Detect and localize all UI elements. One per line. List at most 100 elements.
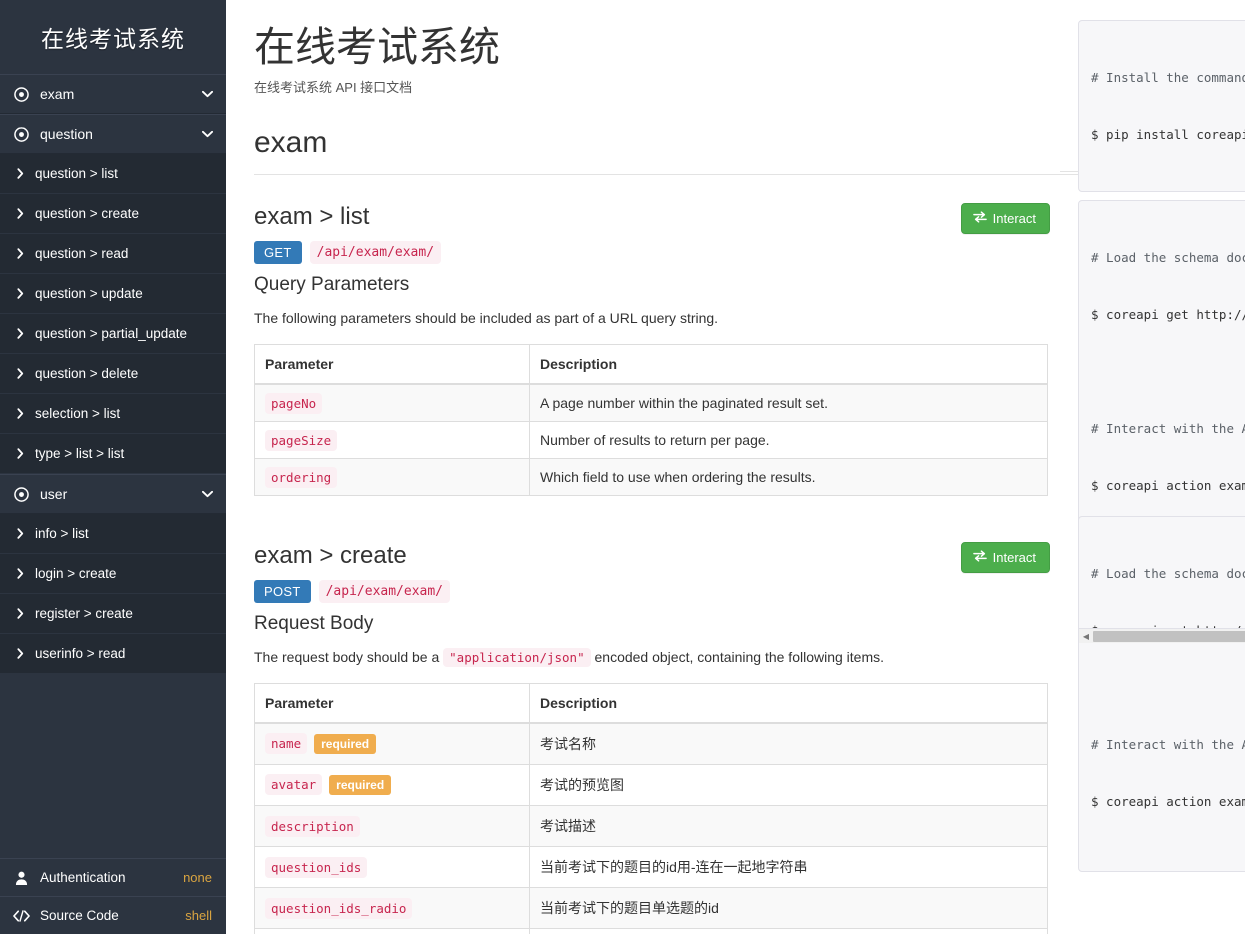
params-heading: Request Body <box>254 613 374 635</box>
sidebar-item-type-list-list[interactable]: type > list > list <box>0 434 226 474</box>
sidebar-group-user[interactable]: user <box>0 474 226 514</box>
sidebar-footer-authentication[interactable]: Authentication none <box>0 858 226 896</box>
params-heading: Query Parameters <box>254 274 410 296</box>
code-line: $ coreapi action exam <box>1091 794 1245 809</box>
table-row: question_ids_radio 当前考试下的题目单选题的id <box>254 887 1048 929</box>
cell-description: A page number within the paginated resul… <box>529 383 1048 422</box>
code-panel-install: # Install the command $ pip install core… <box>1078 20 1245 192</box>
code-line: # Install the command <box>1091 70 1245 85</box>
interact-button-label: Interact <box>992 550 1036 566</box>
chevron-right-icon <box>14 648 26 660</box>
chevron-right-icon <box>14 208 26 220</box>
link-block-exam-create: exam > create Interact POST /api/exam/ex… <box>254 542 1050 934</box>
table-row: description 考试描述 <box>254 805 1048 847</box>
param-name: question_ids_radio <box>265 898 413 920</box>
http-method-badge: GET <box>254 241 302 265</box>
interact-button[interactable]: Interact <box>960 203 1050 235</box>
code-panel-exam-create: # Load the schema docu $ coreapi get htt… <box>1078 516 1245 872</box>
column-header-description: Description <box>529 683 1048 725</box>
sidebar-group-exam[interactable]: exam <box>0 74 226 114</box>
sidebar-item-question-create[interactable]: question > create <box>0 194 226 234</box>
code-line: $ coreapi get http://1 <box>1091 307 1245 322</box>
sidebar-item-label: register > create <box>35 606 133 621</box>
param-name: question_ids <box>265 857 368 879</box>
sidebar-item-login-create[interactable]: login > create <box>0 554 226 594</box>
code-line: $ pip install coreapi- <box>1091 127 1245 142</box>
sidebar-group-label: exam <box>40 86 75 102</box>
chevron-right-icon <box>14 248 26 260</box>
param-name: name <box>265 732 308 754</box>
sidebar-group-question[interactable]: question <box>0 114 226 154</box>
bullseye-icon <box>12 85 30 103</box>
link-block-exam-list: exam > list Interact GET /api/exam/exam/… <box>254 203 1050 497</box>
chevron-right-icon <box>14 168 26 180</box>
param-name: avatar <box>265 773 323 795</box>
sidebar-item-label: question > partial_update <box>35 326 187 341</box>
sidebar-footer-source-code[interactable]: Source Code shell <box>0 896 226 934</box>
sidebar-item-label: login > create <box>35 566 117 581</box>
interact-button[interactable]: Interact <box>960 542 1050 574</box>
sidebar-item-question-partial-update[interactable]: question > partial_update <box>0 314 226 354</box>
user-icon <box>12 869 30 887</box>
chevron-right-icon <box>14 608 26 620</box>
table-row: avatar required 考试的预览图 <box>254 764 1048 806</box>
cell-description: 考试的预览图 <box>529 764 1048 806</box>
sidebar-item-question-list[interactable]: question > list <box>0 154 226 194</box>
sidebar-item-question-read[interactable]: question > read <box>0 234 226 274</box>
table-row: question_ids 当前考试下的题目的id用-连在一起地字符串 <box>254 846 1048 888</box>
sidebar-item-info-list[interactable]: info > list <box>0 514 226 554</box>
link-title: exam > create <box>254 542 407 570</box>
bullseye-icon <box>12 485 30 503</box>
chevron-down-icon <box>200 490 214 498</box>
cell-parameter: question_ids_radio <box>254 887 530 929</box>
sidebar-item-label: info > list <box>35 526 89 541</box>
required-badge: required <box>329 775 392 796</box>
sidebar-item-label: question > read <box>35 246 129 261</box>
content-type-code: "application/json" <box>443 648 591 668</box>
sidebar-group-label: user <box>40 486 68 502</box>
chevron-right-icon <box>14 408 26 420</box>
code-panel-horizontal-scrollbar[interactable]: ◀ <box>1079 628 1245 643</box>
table-row: pageSize Number of results to return per… <box>254 421 1048 459</box>
cell-parameter: pageSize <box>254 421 530 459</box>
column-header-parameter: Parameter <box>254 683 530 725</box>
sidebar-item-userinfo-read[interactable]: userinfo > read <box>0 634 226 674</box>
chevron-right-icon <box>14 448 26 460</box>
column-header-description: Description <box>529 344 1048 386</box>
sidebar-item-label: userinfo > read <box>35 646 126 661</box>
http-method-badge: POST <box>254 580 311 604</box>
scrollbar-thumb[interactable] <box>1093 630 1245 642</box>
sidebar-item-label: type > list > list <box>35 446 125 461</box>
code-line: # Interact with the AP <box>1091 421 1245 436</box>
request-body-description: The request body should be a "applicatio… <box>254 647 1050 668</box>
sidebar-item-question-delete[interactable]: question > delete <box>0 354 226 394</box>
scroll-left-arrow-icon[interactable]: ◀ <box>1079 629 1093 644</box>
table-header-row: Parameter Description <box>254 683 1048 725</box>
table-row: ordering Which field to use when orderin… <box>254 458 1048 496</box>
cell-parameter: avatar required <box>254 764 530 806</box>
method-row: GET /api/exam/exam/ <box>254 241 1050 265</box>
sidebar-nav: exam question question > list question >… <box>0 74 226 674</box>
sidebar-item-register-create[interactable]: register > create <box>0 594 226 634</box>
cell-description: 当前考试下的题目的id用-连在一起地字符串 <box>529 846 1048 888</box>
cell-description: 考试描述 <box>529 805 1048 847</box>
param-name: ordering <box>265 467 338 489</box>
code-line: # Interact with the AP <box>1091 737 1245 752</box>
cell-description: Number of results to return per page. <box>529 421 1048 459</box>
sidebar-item-label: selection > list <box>35 406 121 421</box>
sidebar-item-question-update[interactable]: question > update <box>0 274 226 314</box>
sidebar-item-selection-list[interactable]: selection > list <box>0 394 226 434</box>
sidebar-item-label: question > delete <box>35 366 139 381</box>
chevron-right-icon <box>14 368 26 380</box>
cell-parameter: question_ids_check <box>254 928 530 934</box>
request-body-table: Parameter Description name required 考试名称 <box>254 683 1048 934</box>
cell-description: 当前考试下的题目多选题的id <box>529 928 1048 934</box>
sidebar: 在线考试系统 exam question question > list que… <box>0 0 226 934</box>
chevron-down-icon <box>200 90 214 98</box>
param-name: description <box>265 816 360 838</box>
sidebar-footer: Authentication none Source Code shell <box>0 858 226 934</box>
method-row: POST /api/exam/exam/ <box>254 580 1050 604</box>
query-parameters-table: Parameter Description pageNo A page numb… <box>254 344 1048 497</box>
